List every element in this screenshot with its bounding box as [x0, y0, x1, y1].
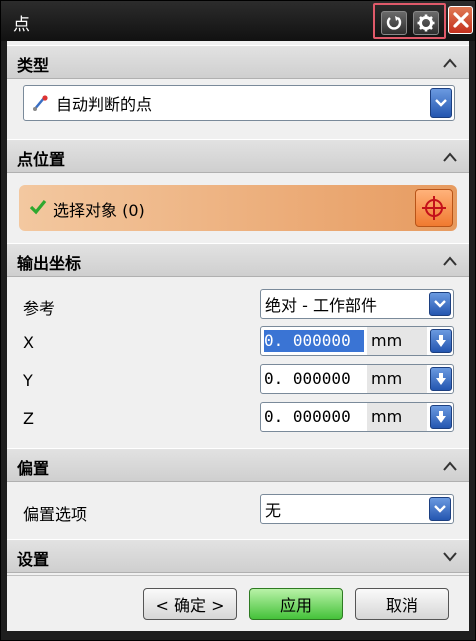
section-header-settings[interactable]: 设置	[7, 539, 469, 573]
reference-combo-value: 绝对 - 工作部件	[265, 296, 377, 315]
collapse-icon[interactable]	[437, 50, 463, 76]
offset-option-value: 无	[265, 501, 282, 520]
collapse-icon[interactable]	[437, 144, 463, 170]
section-header-output-coords[interactable]: 输出坐标	[7, 243, 469, 277]
y-unit: mm	[367, 365, 427, 393]
section-title-output-coords: 输出坐标	[17, 254, 82, 273]
check-icon	[29, 199, 47, 219]
apply-button[interactable]: 应用	[249, 588, 343, 620]
chevron-down-icon[interactable]	[430, 88, 452, 118]
y-label: Y	[23, 371, 33, 390]
offset-option-combo[interactable]: 无	[260, 494, 454, 524]
ok-button[interactable]: < 确定 >	[143, 588, 237, 620]
section-title-type: 类型	[17, 56, 50, 75]
collapse-icon[interactable]	[437, 248, 463, 274]
chevron-down-icon[interactable]	[429, 292, 451, 316]
x-unit: mm	[367, 327, 427, 355]
select-object-row[interactable]: 选择对象 (0)	[19, 185, 457, 231]
expand-icon[interactable]	[437, 544, 463, 570]
dialog-body: 类型 自动判断的点 点位置 选择对象 (0) 输出坐标 参考 绝对 - 工作部件…	[7, 41, 469, 631]
z-field[interactable]: 0. 000000 mm	[260, 402, 454, 432]
arrow-down-icon[interactable]	[430, 329, 452, 353]
dialog-title: 点	[13, 15, 30, 35]
z-label: Z	[23, 409, 34, 428]
point-dialog-button[interactable]	[415, 189, 453, 227]
x-field[interactable]: 0. 000000 mm	[260, 326, 454, 356]
type-combo[interactable]: 自动判断的点	[23, 85, 455, 121]
reference-combo[interactable]: 绝对 - 工作部件	[260, 289, 454, 319]
section-title-point-location: 点位置	[17, 150, 66, 169]
select-object-label: 选择对象 (0)	[53, 201, 145, 220]
chevron-down-icon[interactable]	[429, 497, 451, 521]
gear-icon	[417, 14, 435, 32]
offset-option-label: 偏置选项	[23, 505, 88, 524]
section-title-offset: 偏置	[17, 459, 50, 478]
inferred-point-icon	[30, 94, 50, 118]
crosshair-icon	[422, 196, 446, 220]
title-button-group	[373, 3, 446, 39]
close-icon	[452, 12, 469, 28]
collapse-icon[interactable]	[437, 453, 463, 479]
reset-icon	[386, 16, 402, 30]
y-field[interactable]: 0. 000000 mm	[260, 364, 454, 394]
settings-button[interactable]	[413, 11, 439, 35]
y-value[interactable]: 0. 000000	[264, 368, 364, 390]
button-bar: < 确定 > 应用 取消	[7, 575, 469, 631]
cancel-button[interactable]: 取消	[355, 588, 449, 620]
type-combo-value: 自动判断的点	[56, 95, 153, 114]
close-button[interactable]	[448, 6, 473, 34]
x-value[interactable]: 0. 000000	[264, 330, 364, 352]
section-header-point-location[interactable]: 点位置	[7, 139, 469, 173]
section-header-type[interactable]: 类型	[7, 45, 469, 79]
arrow-down-icon[interactable]	[430, 367, 452, 391]
point-dialog: 点 类型 自动判断的点 点位置 选择对象 (0) 输出坐标 参考 绝对 - 工作…	[0, 0, 476, 641]
x-label: X	[23, 333, 34, 352]
z-value[interactable]: 0. 000000	[264, 406, 364, 428]
z-unit: mm	[367, 403, 427, 431]
section-header-offset[interactable]: 偏置	[7, 448, 469, 482]
arrow-down-icon[interactable]	[430, 405, 452, 429]
title-bar: 点	[1, 1, 475, 41]
reference-label: 参考	[23, 299, 56, 318]
section-title-settings: 设置	[17, 550, 50, 569]
reset-button[interactable]	[381, 11, 407, 35]
